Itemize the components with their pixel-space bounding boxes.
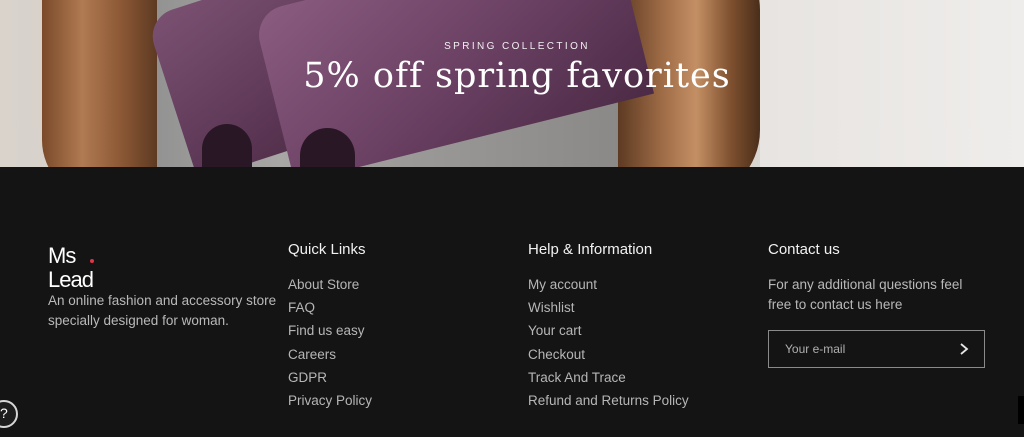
hero-banner: SPRING COLLECTION 5% off spring favorite… [0,0,1024,167]
chevron-right-icon[interactable] [956,340,972,358]
help-title: Help & Information [528,241,653,258]
quick-link-privacy-policy[interactable]: Privacy Policy [288,391,372,414]
help-link-my-account[interactable]: My account [528,275,689,298]
help-link-track-and-trace[interactable]: Track And Trace [528,368,689,391]
quick-link-find-us[interactable]: Find us easy [288,321,372,344]
contact-title: Contact us [768,241,840,258]
help-link-checkout[interactable]: Checkout [528,345,689,368]
quick-link-careers[interactable]: Careers [288,345,372,368]
brand-logo[interactable]: Ms Lead [48,243,123,292]
quick-link-about-store[interactable]: About Store [288,275,372,298]
help-link-your-cart[interactable]: Your cart [528,321,689,344]
quick-link-faq[interactable]: FAQ [288,298,372,321]
quick-link-gdpr[interactable]: GDPR [288,368,372,391]
hero-title[interactable]: 5% off spring favorites [0,56,1024,96]
help-link-refund-returns[interactable]: Refund and Returns Policy [528,391,689,414]
hero-wallet-edge [202,124,252,167]
quick-links-title: Quick Links [288,241,366,258]
svg-text:Lead: Lead [48,267,93,289]
newsletter-form [768,330,985,368]
svg-text:Ms: Ms [48,243,76,268]
help-link-wishlist[interactable]: Wishlist [528,298,689,321]
quick-links-list: About Store FAQ Find us easy Careers GDP… [288,275,372,414]
contact-text: For any additional questions feel free t… [768,277,963,312]
side-widget-tab[interactable] [1018,396,1024,424]
hero-kicker: SPRING COLLECTION [444,41,590,52]
help-links-list: My account Wishlist Your cart Checkout T… [528,275,689,414]
email-input[interactable] [769,331,965,367]
brand-tagline: An online fashion and accessory store sp… [48,293,277,328]
ms-lead-logo-icon: Ms Lead [48,243,94,292]
